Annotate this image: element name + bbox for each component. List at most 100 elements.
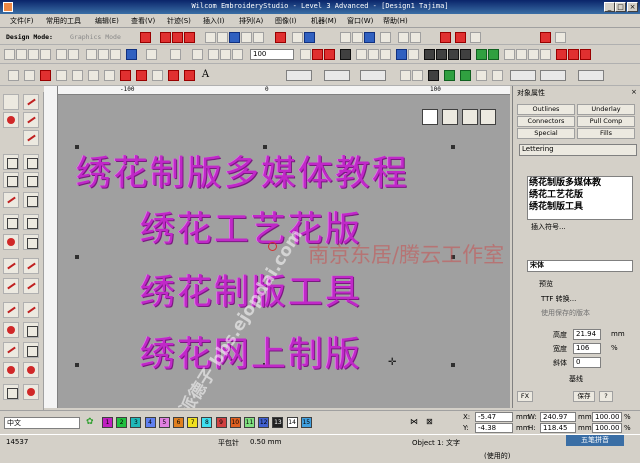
width-input[interactable]: 106 [573, 343, 601, 354]
pan-icon[interactable] [380, 32, 391, 43]
satin-icon[interactable] [160, 32, 171, 43]
y-input[interactable]: -4.38 [475, 423, 513, 433]
zig-tool-icon[interactable] [23, 258, 39, 274]
jump-icon[interactable] [448, 49, 459, 60]
color-swatch[interactable]: 6 [173, 417, 184, 428]
w-percent-input[interactable]: 100.00 [592, 412, 622, 422]
blue-frame-icon[interactable] [304, 32, 315, 43]
show-hoop-icon[interactable] [380, 49, 391, 60]
show-bitmap-icon[interactable] [356, 49, 367, 60]
reshape-icon[interactable] [24, 70, 35, 81]
grid-tool-icon[interactable] [23, 322, 39, 338]
color-swatch[interactable]: 9 [215, 417, 227, 428]
cursor-icon[interactable] [410, 32, 421, 43]
zoom-field[interactable]: 100 [250, 49, 294, 60]
menu-insert[interactable]: 插入(I) [203, 16, 225, 26]
color-swatch[interactable]: 8 [201, 417, 213, 428]
tab-pull-comp[interactable]: Pull Comp [577, 116, 635, 127]
zoom-out-icon[interactable] [220, 49, 231, 60]
home-shape-icon[interactable] [23, 192, 39, 208]
dashed-line-icon[interactable] [136, 70, 147, 81]
tab-fills[interactable]: Fills [577, 128, 635, 139]
curve-icon[interactable] [455, 32, 466, 43]
eraser-icon[interactable] [480, 109, 496, 125]
manual-icon[interactable] [3, 322, 19, 338]
cut-icon[interactable] [86, 49, 97, 60]
stitch-line-icon[interactable] [23, 112, 39, 128]
color-swatch[interactable]: 5 [158, 417, 170, 428]
h-input[interactable]: 118.45 [540, 423, 576, 433]
embroidery-text-line-1[interactable]: 绣花制版多媒体教程 [76, 145, 409, 196]
outline-red-icon[interactable] [556, 49, 567, 60]
tree-icon[interactable] [444, 70, 455, 81]
satin-line-icon[interactable] [23, 130, 39, 146]
shape-b-icon[interactable] [23, 154, 39, 170]
menu-machine[interactable]: 机器(M) [311, 16, 337, 26]
color-swatch[interactable]: 14 [286, 417, 298, 428]
export-icon[interactable] [40, 49, 51, 60]
polygon-icon[interactable] [104, 70, 115, 81]
slant-input[interactable]: 0 [573, 357, 601, 368]
color-swatch[interactable]: 4 [144, 417, 156, 428]
node-icon[interactable] [120, 70, 131, 81]
stitch-edit-icon[interactable] [40, 70, 51, 81]
zoom-box-icon[interactable] [340, 32, 351, 43]
shape-d-icon[interactable] [23, 172, 39, 188]
steil-icon[interactable] [3, 302, 19, 318]
undo-icon[interactable] [170, 49, 181, 60]
bars-icon[interactable] [253, 32, 264, 43]
palette-settings-icon[interactable]: ✿ [86, 417, 94, 427]
h-percent-input[interactable]: 100.00 [592, 423, 622, 433]
help-button[interactable]: ? [599, 391, 613, 402]
shape-icon[interactable] [470, 32, 481, 43]
menu-stitch[interactable]: 针迹(S) [167, 16, 191, 26]
text-tool-icon[interactable]: A [200, 69, 211, 82]
bracket-icon[interactable] [3, 214, 19, 230]
layers-icon[interactable] [126, 49, 137, 60]
3d-view-icon[interactable] [396, 49, 407, 60]
use-saved-checkbox[interactable]: 使用保存的版本 [541, 308, 590, 318]
tab-connectors[interactable]: Connectors [517, 116, 575, 127]
qr-like-icon[interactable] [422, 109, 438, 125]
menu-view[interactable]: 查看(V) [131, 16, 155, 26]
panel-close-icon[interactable]: × [631, 88, 637, 96]
shape-c-icon[interactable] [3, 172, 19, 188]
fx-button[interactable]: FX [517, 391, 533, 402]
redo-icon[interactable] [192, 49, 203, 60]
sequence-icon[interactable] [540, 32, 551, 43]
tab-special[interactable]: Special [517, 128, 575, 139]
letter-icon[interactable] [504, 49, 515, 60]
ime-indicator[interactable]: 五笔拼音 [566, 435, 624, 446]
pattern-c-icon[interactable] [428, 70, 439, 81]
offset-red-icon[interactable] [568, 49, 579, 60]
language-select[interactable]: 中文 [4, 417, 80, 429]
arc-icon[interactable] [184, 70, 195, 81]
fit-icon[interactable] [364, 32, 375, 43]
maximize-button[interactable]: □ [615, 2, 626, 12]
height-input[interactable]: 21.94 [573, 329, 601, 340]
remove-overlap-icon[interactable] [580, 49, 591, 60]
knife-icon[interactable] [56, 70, 67, 81]
dots-icon[interactable] [440, 32, 451, 43]
show-outline-icon[interactable] [324, 49, 335, 60]
design-icon[interactable] [398, 32, 409, 43]
line-tool-icon[interactable] [23, 94, 39, 110]
selection-handle[interactable] [75, 363, 79, 367]
menu-file[interactable]: 文件(F) [10, 16, 34, 26]
brush-icon[interactable] [72, 70, 83, 81]
select-arrow-icon[interactable] [8, 70, 19, 81]
wave-tool-icon[interactable] [3, 342, 19, 358]
duplicate-icon[interactable] [146, 49, 157, 60]
zoom-in-icon[interactable] [208, 49, 219, 60]
expand-icon[interactable] [462, 109, 478, 125]
circle-icon[interactable] [168, 70, 179, 81]
grid-icon[interactable] [205, 32, 216, 43]
color-swatch[interactable]: 1 [102, 417, 113, 428]
design-canvas[interactable]: 绣花制版多媒体教程 绣花工艺花版 绣花制版工具 绣花网上制版 南京东居/腾云工作… [58, 95, 510, 408]
shape-a-icon[interactable] [3, 154, 19, 170]
tie-icon[interactable] [460, 49, 471, 60]
zoom-window-icon[interactable] [232, 49, 243, 60]
run-tool-icon[interactable] [23, 278, 39, 294]
preview-icon[interactable] [68, 49, 79, 60]
menu-image[interactable]: 图像(I) [275, 16, 297, 26]
